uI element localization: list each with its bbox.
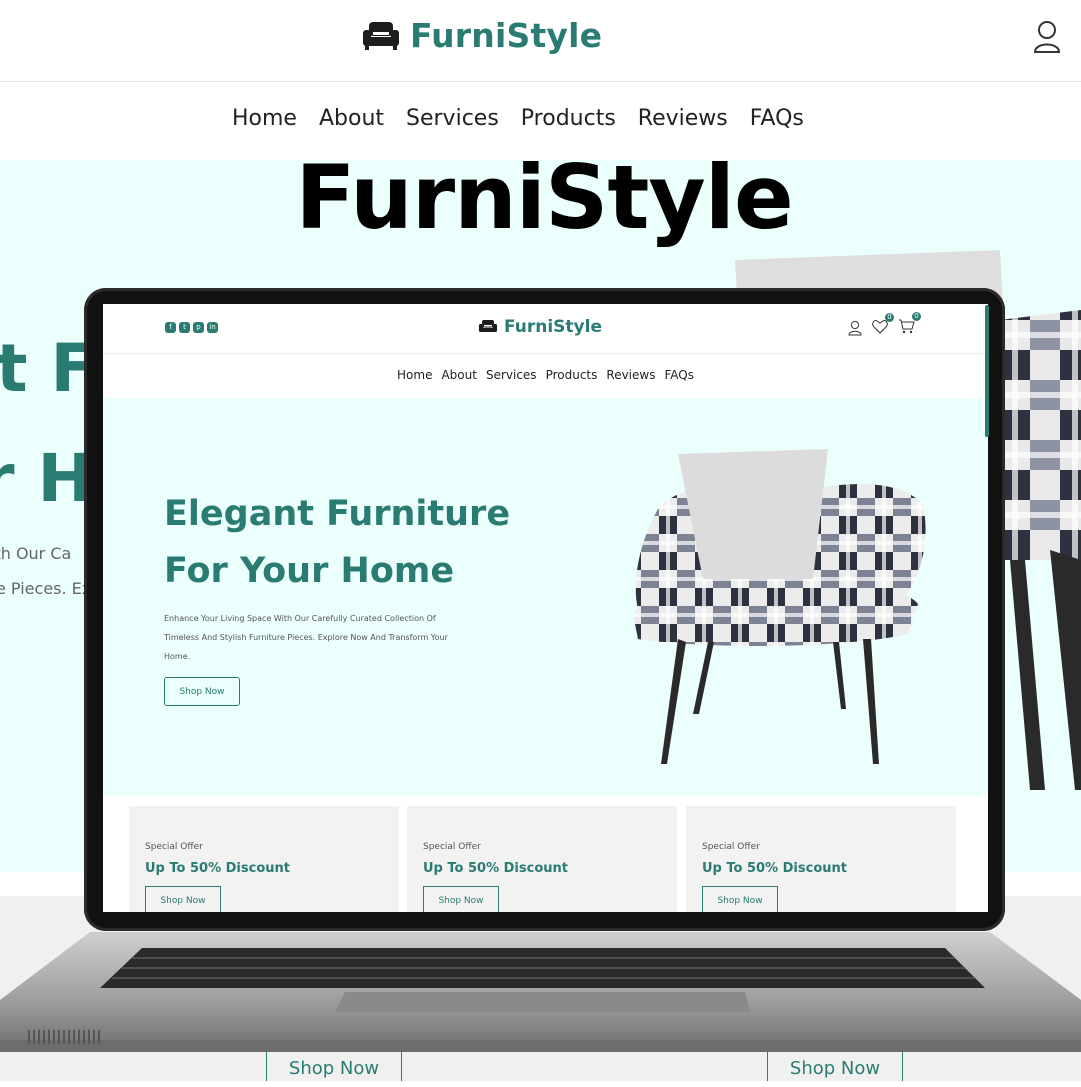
- background-hero-title-fragment: r H: [0, 440, 93, 517]
- background-logo[interactable]: FurniStyle: [362, 16, 602, 55]
- user-icon[interactable]: [848, 320, 862, 336]
- sofa-icon: [479, 320, 497, 332]
- bg-nav-home[interactable]: Home: [232, 106, 297, 131]
- nav-faqs[interactable]: FAQs: [664, 368, 694, 382]
- cart-count-badge: 0: [912, 312, 921, 321]
- header-divider: [103, 353, 988, 354]
- nav-about[interactable]: About: [441, 368, 476, 382]
- offer-card[interactable]: Special Offer Up To 50% Discount Shop No…: [686, 806, 956, 912]
- site-logo[interactable]: FurniStyle: [478, 317, 602, 337]
- offer-shop-now-button[interactable]: Shop Now: [702, 886, 778, 912]
- laptop-keyboard-base: [0, 932, 1081, 1052]
- offer-label: Special Offer: [423, 842, 481, 852]
- offer-label: Special Offer: [145, 842, 203, 852]
- wishlist-button[interactable]: 0: [872, 312, 894, 338]
- cart-button[interactable]: 0: [898, 312, 921, 338]
- cart-icon: [899, 319, 915, 334]
- nav-products[interactable]: Products: [546, 368, 598, 382]
- main-nav: Home About Services Products Reviews FAQ…: [103, 368, 988, 382]
- social-links: f t p in: [165, 322, 218, 333]
- offer-title: Up To 50% Discount: [702, 861, 847, 876]
- header-actions: 0 0: [848, 312, 921, 338]
- brand-name: FurniStyle: [504, 317, 602, 337]
- background-nav: Home About Services Products Reviews FAQ…: [232, 106, 804, 131]
- offer-card[interactable]: Special Offer Up To 50% Discount Shop No…: [407, 806, 677, 912]
- offer-shop-now-button[interactable]: Shop Now: [423, 886, 499, 912]
- hero-title-line2: For Your Home: [164, 551, 455, 591]
- background-hero-subtitle-fragment: e Pieces. Ex: [0, 579, 92, 598]
- bg-nav-products[interactable]: Products: [521, 106, 616, 131]
- nav-home[interactable]: Home: [397, 368, 432, 382]
- linkedin-icon[interactable]: in: [207, 322, 218, 333]
- facebook-icon[interactable]: f: [165, 322, 176, 333]
- offer-card[interactable]: Special Offer Up To 50% Discount Shop No…: [129, 806, 399, 912]
- overlay-title: FurniStyle: [295, 146, 793, 249]
- offer-shop-now-button[interactable]: Shop Now: [145, 886, 221, 912]
- screen-scrollbar[interactable]: [985, 305, 989, 437]
- offer-title: Up To 50% Discount: [145, 861, 290, 876]
- hero-shop-now-button[interactable]: Shop Now: [164, 677, 240, 706]
- background-brand-name: FurniStyle: [410, 16, 603, 55]
- pinterest-icon[interactable]: p: [193, 322, 204, 333]
- bg-nav-about[interactable]: About: [319, 106, 384, 131]
- offer-title: Up To 50% Discount: [423, 861, 568, 876]
- chair-image: [633, 449, 926, 764]
- user-icon[interactable]: [1032, 20, 1062, 54]
- hero-title-line1: Elegant Furniture: [164, 494, 511, 534]
- background-hero-subtitle-fragment: ith Our Ca: [0, 544, 72, 563]
- hero-description: Enhance Your Living Space With Our Caref…: [164, 614, 448, 661]
- offer-label: Special Offer: [702, 842, 760, 852]
- bg-nav-reviews[interactable]: Reviews: [638, 106, 728, 131]
- bg-nav-services[interactable]: Services: [406, 106, 499, 131]
- nav-reviews[interactable]: Reviews: [606, 368, 655, 382]
- twitter-icon[interactable]: t: [179, 322, 190, 333]
- nav-services[interactable]: Services: [486, 368, 537, 382]
- wishlist-count-badge: 0: [885, 312, 894, 322]
- offers-section: Special Offer Up To 50% Discount Shop No…: [103, 806, 988, 912]
- sofa-icon: [363, 21, 399, 50]
- bg-nav-faqs[interactable]: FAQs: [750, 106, 804, 131]
- laptop-screen: f t p in FurniStyle 0 0 Home About Servi…: [103, 304, 988, 912]
